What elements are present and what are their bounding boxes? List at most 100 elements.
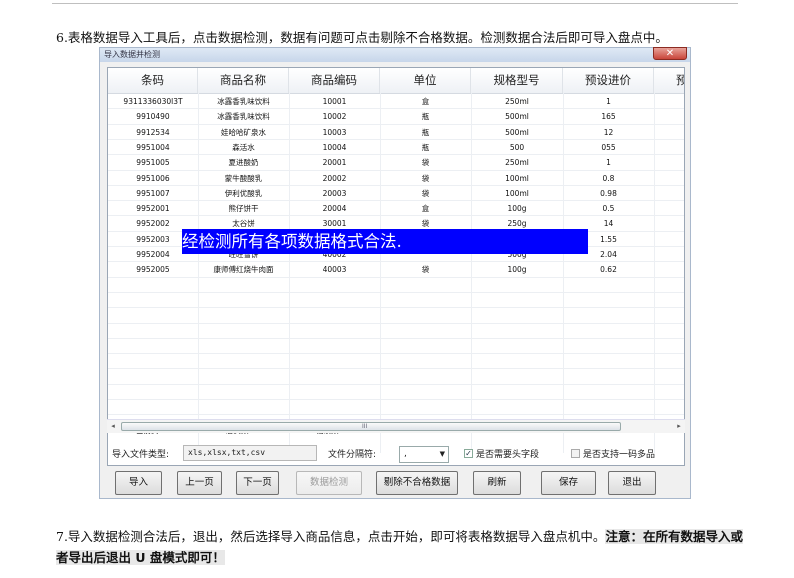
table-cell: 165 — [601, 112, 616, 122]
chevron-down-icon: ▼ — [439, 450, 445, 458]
col-header-price[interactable]: 预设进价 — [563, 68, 654, 93]
table-cell: 100ml — [505, 173, 529, 183]
table-cell: 250ml — [505, 97, 529, 106]
table-cell: 冰露香乳味饮料 — [217, 112, 270, 122]
table-row[interactable]: 9951004 森活水 10004 瓶 500 055 — [108, 140, 684, 155]
table-row[interactable]: 9951005 夏进酸奶 20001 袋 250ml 1 — [108, 155, 684, 170]
import-button[interactable]: 导入 — [115, 471, 162, 495]
table-cell: 夏进酸奶 — [228, 158, 259, 168]
table-cell: 森活水 — [232, 142, 255, 152]
table-cell: 20002 — [322, 173, 347, 183]
step-7-text: 7.导入数据检测合法后，退出，然后选择导入商品信息，点击开始，即可将表格数据导入… — [56, 529, 606, 544]
table-cell: 盒 — [421, 97, 430, 106]
file-type-field[interactable]: xls,xlsx,txt,csv — [183, 445, 317, 461]
separator-select[interactable]: , ▼ — [399, 446, 449, 463]
table-cell: 伊利优酸乳 — [224, 188, 263, 198]
close-icon[interactable]: ✕ — [653, 47, 687, 60]
scroll-grip: III — [362, 423, 368, 430]
table-row[interactable]: 9952005 康师傅红烧牛肉面 40003 袋 100g 0.62 — [108, 262, 684, 277]
table-cell: 9951007 — [136, 188, 170, 198]
window-titlebar: 导入数据并检测 ✕ — [100, 47, 690, 62]
table-cell: 瓶 — [421, 112, 430, 122]
exit-button[interactable]: 退出 — [608, 471, 656, 495]
col-header-code[interactable]: 商品编码 — [289, 68, 380, 93]
table-cell: 熊仔饼干 — [228, 204, 259, 214]
table-cell: 9311336030l3T — [123, 97, 183, 106]
table-cell: 500ml — [505, 127, 529, 137]
table-cell: 9951004 — [136, 142, 170, 152]
scroll-thumb[interactable]: III — [121, 422, 621, 431]
file-type-label: 导入文件类型: — [112, 450, 170, 460]
data-check-button[interactable]: 数据检测 — [296, 471, 362, 495]
window-title: 导入数据并检测 — [104, 50, 160, 59]
multi-code-checkbox[interactable] — [571, 449, 580, 458]
table-cell: 袋 — [421, 265, 430, 275]
table-cell: 袋 — [421, 158, 430, 168]
table-cell: 40003 — [322, 265, 347, 275]
col-header-spec[interactable]: 规格型号 — [471, 68, 563, 93]
table-cell: 袋 — [421, 188, 430, 198]
horizontal-scrollbar[interactable]: ◂ III ▸ — [107, 419, 685, 433]
table-cell: 9912534 — [136, 127, 170, 137]
table-cell: 康师傅红烧牛肉面 — [213, 265, 274, 275]
col-header-name[interactable]: 商品名称 — [198, 68, 289, 93]
table-cell: 100g — [507, 204, 527, 214]
table-cell: 20001 — [322, 158, 347, 168]
table-cell: 盒 — [421, 204, 430, 214]
prev-page-button[interactable]: 上一页 — [177, 471, 222, 495]
table-cell: 瓶 — [421, 142, 430, 152]
table-row[interactable]: 9912534 娃哈哈矿泉水 10003 瓶 500ml 12 — [108, 125, 684, 140]
multi-code-label: 是否支持一码多品 — [583, 450, 656, 460]
step-6-text: 6.表格数据导入工具后，点击数据检测，数据有问题可点击剔除不合格数据。检测数据合… — [56, 30, 668, 45]
table-cell: 0.8 — [602, 173, 615, 183]
table-cell: 0.62 — [600, 265, 617, 275]
table-cell: 0.5 — [602, 204, 615, 214]
page-top-rule — [52, 3, 738, 4]
data-grid[interactable]: 条码 商品名称 商品编码 单位 规格型号 预设进价 预 9311336030l3… — [107, 67, 685, 466]
col-header-barcode[interactable]: 条码 — [108, 68, 198, 93]
table-cell: 100g — [507, 265, 527, 275]
scroll-left-icon[interactable]: ◂ — [107, 420, 119, 433]
table-row[interactable]: 9311336030l3T 冰露香乳味饮料 10001 盒 250ml 1 — [108, 94, 684, 109]
table-cell: 9951005 — [136, 158, 170, 168]
table-cell: 9951006 — [136, 173, 170, 183]
table-cell: 0.98 — [600, 188, 617, 198]
table-cell: 12 — [603, 127, 614, 137]
col-header-unit[interactable]: 单位 — [380, 68, 471, 93]
table-row[interactable]: 9952001 熊仔饼干 20004 盒 100g 0.5 — [108, 201, 684, 216]
table-cell: 9952001 — [136, 204, 170, 214]
table-cell: 瓶 — [421, 127, 430, 137]
table-cell: 20003 — [322, 188, 347, 198]
separator-label: 文件分隔符: — [328, 450, 377, 460]
separator-value: , — [404, 449, 407, 459]
need-header-label: 是否需要头字段 — [476, 450, 540, 460]
table-cell: 10002 — [322, 112, 347, 122]
validation-banner: 经检测所有各项数据格式合法. — [182, 229, 588, 254]
table-cell: 9910490 — [136, 112, 170, 122]
table-row[interactable]: 9910490 冰露香乳味饮料 10002 瓶 500ml 165 — [108, 109, 684, 124]
next-page-button[interactable]: 下一页 — [236, 471, 279, 495]
table-cell: 20004 — [322, 204, 347, 214]
table-row[interactable]: 9951007 伊利优酸乳 20003 袋 100ml 0.98 — [108, 186, 684, 201]
save-button[interactable]: 保存 — [541, 471, 596, 495]
table-cell: 9952005 — [136, 265, 170, 275]
col-header-more[interactable]: 预 — [654, 68, 684, 93]
table-cell: 冰露香乳味饮料 — [217, 97, 270, 106]
remove-invalid-button[interactable]: 剔除不合格数据 — [376, 471, 458, 495]
table-cell: 100ml — [505, 188, 529, 198]
need-header-checkbox[interactable]: ✓ — [464, 449, 473, 458]
step-7-paragraph: 7.导入数据检测合法后，退出，然后选择导入商品信息，点击开始，即可将表格数据导入… — [56, 526, 746, 568]
table-cell: 10001 — [322, 97, 347, 106]
grid-header: 条码 商品名称 商品编码 单位 规格型号 预设进价 预 — [108, 68, 684, 94]
table-cell: 袋 — [421, 173, 430, 183]
import-check-window: 导入数据并检测 ✕ 条码 商品名称 商品编码 单位 规格型号 预设进价 预 93… — [99, 47, 691, 499]
table-cell: 500ml — [505, 112, 529, 122]
table-row[interactable]: 9951006 蒙牛酸酸乳 20002 袋 100ml 0.8 — [108, 171, 684, 186]
table-cell: 500 — [509, 142, 525, 152]
table-cell: 055 — [601, 142, 616, 152]
refresh-button[interactable]: 刷新 — [473, 471, 521, 495]
scroll-right-icon[interactable]: ▸ — [673, 420, 685, 433]
table-cell: 1 — [606, 97, 611, 106]
table-cell: 10004 — [322, 142, 347, 152]
table-cell: 娃哈哈矿泉水 — [221, 127, 266, 137]
